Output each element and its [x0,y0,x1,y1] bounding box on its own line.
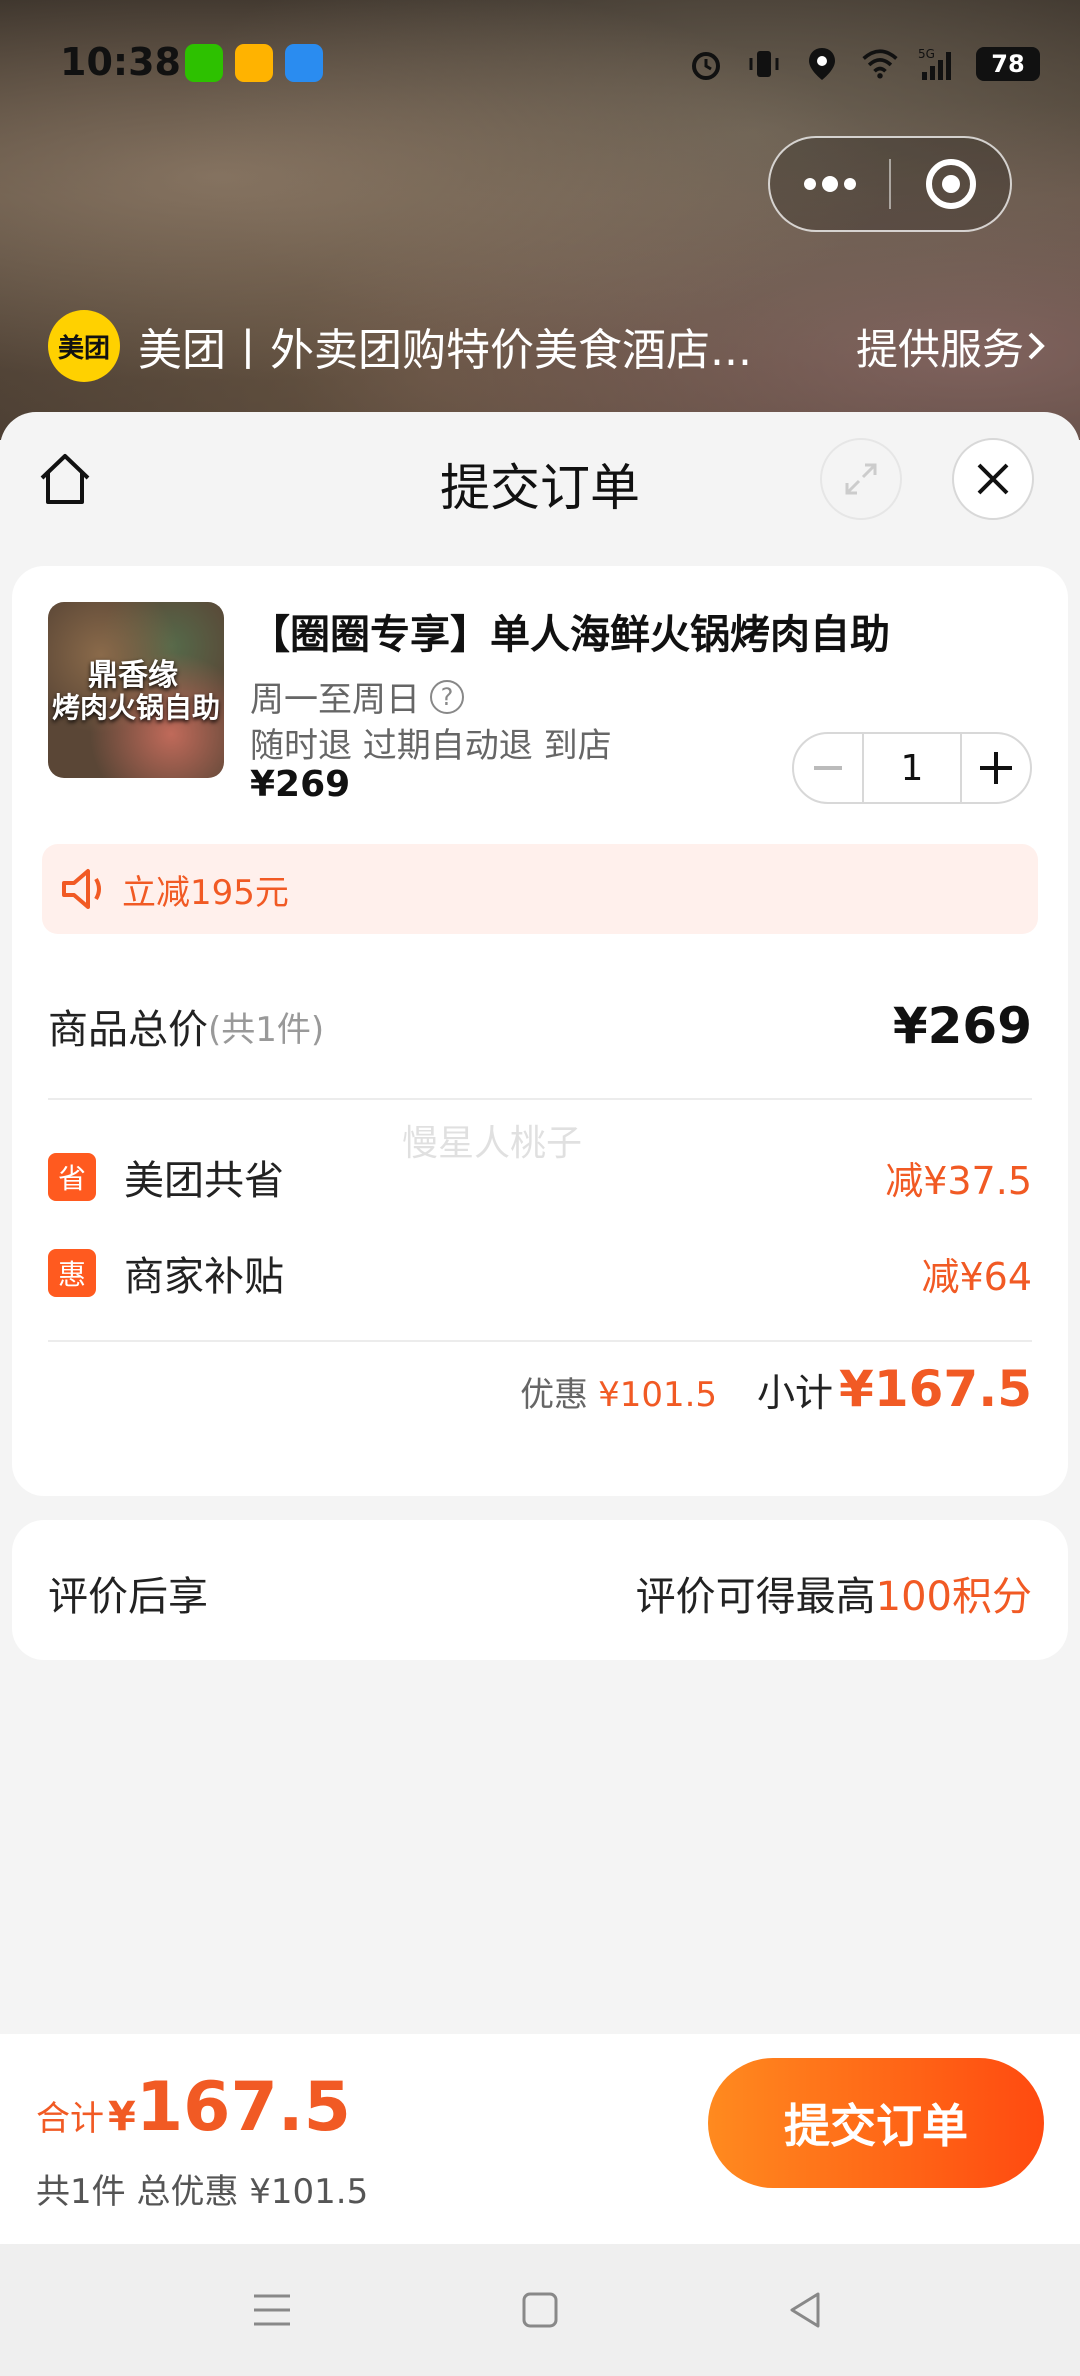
divider [48,1098,1032,1100]
chevron-right-icon [1028,332,1045,360]
decrease-button[interactable] [794,732,862,804]
subtotal-row: 优惠 ¥101.5 小计 ¥167.5 [520,1360,1032,1418]
checkout-summary: 共1件 总优惠 ¥101.5 [36,2172,369,2212]
product-price: ¥269 [250,764,351,805]
submit-order-button[interactable]: 提交订单 [708,2058,1044,2188]
review-reward-detail: 评价可得最高100积分 [636,1564,1032,1622]
product-title[interactable]: 【圈圈专享】单人海鲜火锅烤肉自助 [250,602,890,660]
speaker-icon [62,869,101,909]
signal-icon: 5G [918,44,958,84]
promo-text: 立减195元 [122,872,289,913]
checkout-bar: 合计 ¥ 167.5 共1件 总优惠 ¥101.5 提交订单 [0,2034,1080,2244]
currency-symbol: ¥ [108,2094,136,2140]
close-button[interactable] [952,438,1034,520]
increase-button[interactable] [962,732,1030,804]
home-nav-button[interactable] [510,2280,570,2340]
sheet-header: 提交订单 [0,412,1080,542]
quantity-value[interactable]: 1 [862,732,962,804]
svg-text:5G: 5G [918,47,935,61]
wifi-icon [860,44,900,84]
quantity-stepper: 1 [792,732,1032,804]
goods-total-row: 商品总价 (共1件) ¥269 [48,986,1032,1066]
back-nav-button[interactable] [776,2280,836,2340]
grand-total-label: 合计 [36,2099,104,2139]
shopping-app-icon [235,44,273,82]
target-icon [925,159,976,209]
system-nav-bar [0,2244,1080,2376]
product-image[interactable]: 鼎香缘 烤肉火锅自助 [48,602,224,778]
product-availability: 周一至周日 ? [250,672,464,721]
goods-total-amount: ¥269 [892,997,1032,1055]
subtotal-value: ¥167.5 [839,1360,1032,1418]
miniprogram-capsule [768,136,1012,232]
divider [48,1340,1032,1342]
discount-row-meituan[interactable]: 省 美团共省 减¥37.5 [48,1142,1032,1212]
review-reward-points: 100积分 [875,1574,1032,1620]
assistant-app-icon [285,44,323,82]
review-reward-card[interactable]: 评价后享 评价可得最高100积分 [12,1520,1068,1660]
miniprogram-info-bar[interactable]: 美团 美团丨外卖团购特价美食酒店... 提供服务 [48,308,1048,384]
goods-total-label: 商品总价 [48,1007,208,1053]
refund-policy: 随时退 过期自动退 到店 [250,726,612,766]
service-label: 提供服务 [855,324,1024,374]
product-image-text: 烤肉火锅自助 [52,691,221,724]
miniprogram-title: 美团丨外卖团购特价美食酒店... [138,325,752,376]
discount-label: 商家补贴 [124,1254,284,1300]
menu-icon [254,2294,290,2326]
goods-count: (共1件) [208,1009,325,1050]
service-link[interactable]: 提供服务 [856,316,1048,377]
more-dots-icon [803,176,856,192]
square-icon [522,2292,558,2328]
exit-miniprogram-button[interactable] [891,136,1010,232]
back-icon [790,2292,820,2328]
discount-total-label: 优惠 [520,1375,589,1415]
discount-amount: 减¥64 [921,1254,1032,1299]
promo-banner[interactable]: 立减195元 [42,844,1038,934]
expand-icon [845,463,877,495]
discount-label: 美团共省 [124,1158,284,1204]
discount-badge: 惠 [48,1249,96,1297]
status-right: 5G 78 [686,44,1040,84]
notification-icons [185,44,323,82]
battery-indicator: 78 [976,47,1040,81]
expand-button[interactable] [820,438,902,520]
vibrate-icon [744,44,784,84]
help-icon[interactable]: ? [430,679,464,714]
menu-nav-button[interactable] [242,2280,302,2340]
grand-total: 合计 ¥ 167.5 [36,2068,351,2147]
grand-total-value: 167.5 [135,2068,351,2147]
discount-row-merchant[interactable]: 惠 商家补贴 减¥64 [48,1238,1032,1308]
page-title: 提交订单 [440,459,640,517]
discount-amount: 减¥37.5 [885,1158,1032,1203]
wechat-icon [185,44,223,82]
location-icon [802,44,842,84]
subtotal-label: 小计 [757,1371,834,1415]
review-reward-label: 评价后享 [48,1574,208,1620]
status-time: 10:38 [60,40,181,84]
plus-icon [980,752,1012,784]
status-bar: 10:38 5G 78 [0,30,1080,100]
review-reward-prefix: 评价可得最高 [635,1574,876,1620]
meituan-logo: 美团 [48,310,120,382]
availability-days: 周一至周日 [250,680,420,720]
discount-badge: 省 [48,1153,96,1201]
close-icon [977,463,1009,495]
order-card: 鼎香缘 烤肉火锅自助 【圈圈专享】单人海鲜火锅烤肉自助 周一至周日 ? 随时退 … [12,566,1068,1496]
more-button[interactable] [770,136,889,232]
minus-icon [814,766,842,770]
alarm-icon [686,44,726,84]
discount-total-value: ¥101.5 [598,1375,718,1415]
